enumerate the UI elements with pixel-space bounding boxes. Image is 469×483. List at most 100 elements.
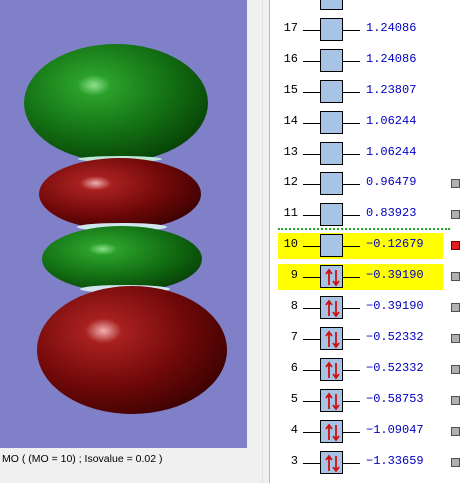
level-line-left [303,246,320,248]
level-line-left [303,91,320,93]
occupied-orbital-icon[interactable] [320,388,343,412]
empty-orbital-icon[interactable] [320,0,343,10]
mo-number: 7 [290,329,298,344]
mo-row-6[interactable]: 6 −0.52332 [270,355,469,383]
level-line-left [303,122,320,124]
level-line-right [343,153,360,155]
mo-number: 18 [270,0,298,4]
status-bar: MO ( (MO = 10) ; Isovalue = 0.02 ) [0,448,262,483]
mo-energy-value: 0.96479 [366,175,417,190]
lobe-green-top [24,44,208,162]
mo-energy-value: 1.24086 [366,51,417,66]
mo-number: 6 [290,360,298,375]
mo-row-9[interactable]: 9 −0.39190 [270,262,469,291]
level-line-left [303,400,320,402]
mo-visible-indicator[interactable] [451,272,460,282]
level-line-left [303,153,320,155]
occupied-orbital-icon[interactable] [320,450,343,474]
mo-number: 13 [283,144,298,159]
mo-row-3[interactable]: 3 −1.33659 [270,448,469,476]
mo-number: 4 [290,422,298,437]
mo-visible-indicator[interactable] [451,303,460,312]
mo-energy-value: −1.33659 [366,453,424,468]
level-line-left [303,308,320,309]
level-line-left [303,431,320,433]
mo-number: 5 [290,391,298,406]
mo-row-16[interactable]: 16 1.24086 [270,46,469,74]
mo-energy-value: 1.34621 [366,0,446,4]
empty-orbital-icon[interactable] [320,203,343,227]
mo-energy-value: −0.52332 [366,360,424,375]
mo-number: 3 [290,453,298,468]
level-line-right [343,462,360,464]
mo-visible-indicator[interactable] [451,333,460,343]
mo-visible-indicator[interactable] [451,179,460,189]
mo-row-10[interactable]: 10 −0.12679 [270,231,469,260]
mo-row-17[interactable]: 17 1.24086 [270,15,469,43]
occupied-orbital-icon[interactable] [320,296,343,319]
panel-splitter[interactable] [262,0,270,483]
empty-orbital-icon[interactable] [320,48,343,72]
level-line-left [303,369,320,371]
empty-orbital-icon[interactable] [320,110,343,134]
level-line-right [343,122,360,124]
mo-visible-indicator[interactable] [451,210,460,220]
mo-energy-value: −0.52332 [366,329,424,344]
mo-energy-value: −0.58753 [366,391,424,406]
mo-number: 14 [283,113,298,128]
level-line-right [343,369,360,371]
mo-row-4[interactable]: 4 −1.09047 [270,417,469,445]
level-line-right [343,246,360,248]
mo-row-18[interactable]: 18 1.34621 [270,0,469,12]
mo-row-15[interactable]: 15 1.23807 [270,77,469,105]
empty-orbital-icon[interactable] [320,79,343,103]
level-line-right [343,400,360,402]
level-line-right [343,29,360,31]
mo-energy-list[interactable]: 18 1.34621 17 1.24086 16 1.24086 15 1.23807 14 1.… [270,0,469,483]
viewer-gutter [247,0,262,448]
level-line-right [343,184,360,186]
lobe-green-lower [42,226,202,292]
mo-row-14[interactable]: 14 1.06244 [270,108,469,136]
mo-row-11[interactable]: 11 0.83923 [270,200,469,228]
mo-visible-indicator-active[interactable] [451,241,460,251]
level-line-left [303,184,320,186]
mo-visible-indicator[interactable] [451,364,460,374]
mo-row-8[interactable]: 8 −0.39190 [270,293,469,321]
lobe-red-bottom [37,286,227,414]
level-line-right [343,338,360,340]
level-line-left [303,29,320,31]
level-line-left [303,462,320,464]
occupied-orbital-icon[interactable] [320,326,343,350]
level-line-left [303,338,320,340]
mo-number: 12 [283,175,298,190]
level-line-left [303,60,320,62]
mo-row-13[interactable]: 13 1.06244 [270,139,469,167]
mo-energy-value: −0.39190 [366,299,424,313]
mo-visible-indicator[interactable] [451,426,460,436]
orbital-isosurface [24,44,227,414]
mo-row-5[interactable]: 5 −0.58753 [270,386,469,414]
mo-row-7[interactable]: 7 −0.52332 [270,324,469,352]
level-line-right [343,277,360,279]
mo-energy-value: 1.23807 [366,82,417,97]
level-line-left [303,215,320,217]
mo-number: 8 [290,299,298,313]
level-line-right [343,308,360,309]
occupied-orbital-icon[interactable] [320,265,343,289]
occupied-orbital-icon[interactable] [320,419,343,443]
mo-energy-value: 1.24086 [366,20,417,35]
mo-energy-value: −0.12679 [366,237,424,252]
mo-row-12[interactable]: 12 0.96479 [270,169,469,197]
level-line-right [343,431,360,433]
mo-visible-indicator[interactable] [451,457,460,467]
mo-visible-indicator[interactable] [451,395,460,405]
mo-energy-value: −1.09047 [366,422,424,437]
empty-orbital-icon[interactable] [320,172,343,196]
empty-orbital-icon[interactable] [320,17,343,41]
orbital-3d-viewer[interactable] [0,0,247,448]
empty-orbital-icon[interactable] [320,141,343,165]
occupied-orbital-icon[interactable] [320,357,343,381]
level-line-right [343,91,360,93]
empty-orbital-icon[interactable] [320,234,343,258]
